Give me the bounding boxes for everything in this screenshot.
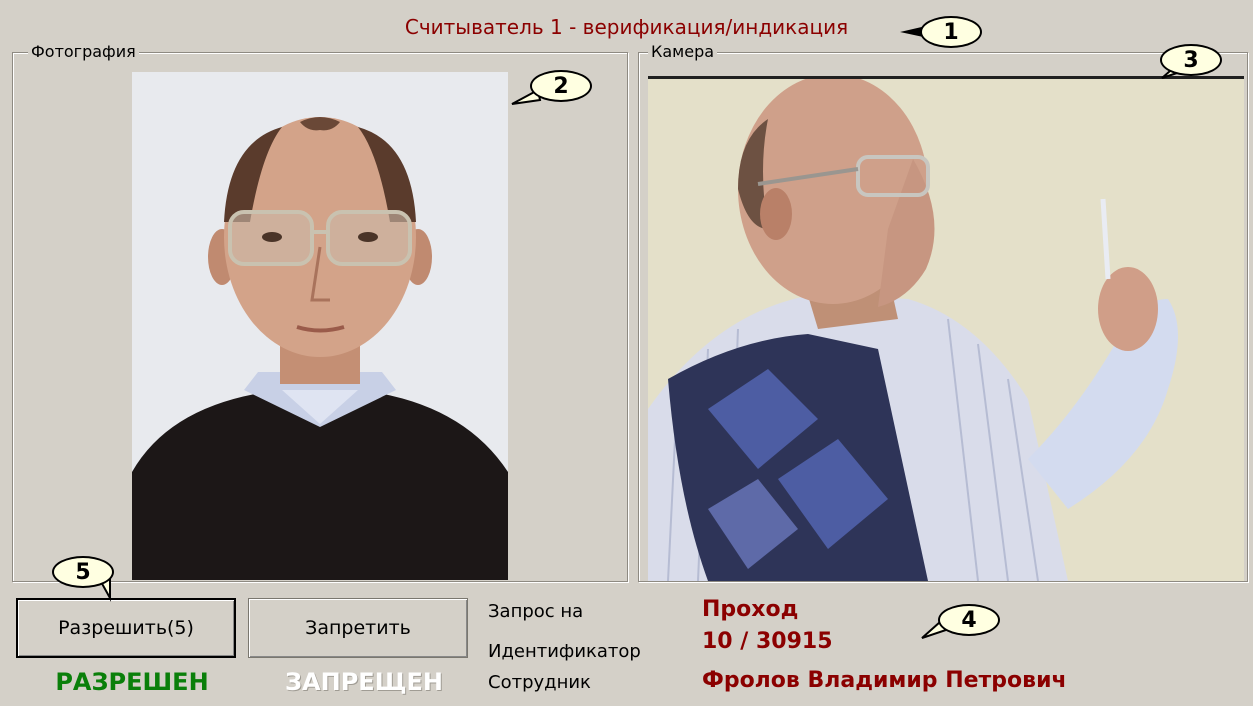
callout-5: 5 (52, 556, 114, 588)
callout-4: 4 (938, 604, 1000, 636)
callout-3: 3 (1160, 44, 1222, 76)
callout-2: 2 (530, 70, 592, 102)
callout-1: 1 (920, 16, 982, 48)
